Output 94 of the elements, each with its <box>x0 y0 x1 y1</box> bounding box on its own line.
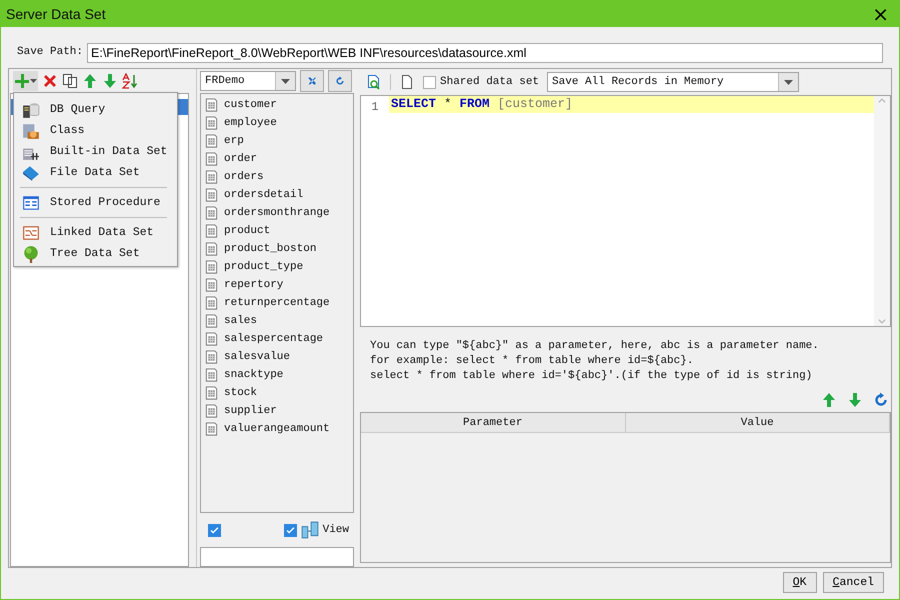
down-arrow-icon <box>847 392 863 408</box>
menu-item[interactable]: Class <box>18 120 177 141</box>
help-text: select * from table where id='${abc}'.(if the type of id is string) <box>370 369 814 384</box>
line-number: 1 <box>370 99 380 116</box>
table-icon <box>204 259 219 275</box>
table-icon <box>204 223 219 239</box>
caret-icon <box>784 80 794 84</box>
table-icon <box>204 331 219 347</box>
new-button[interactable] <box>399 74 415 90</box>
table-name[interactable]: erp <box>224 132 244 150</box>
plus-icon <box>14 73 30 89</box>
check-icon <box>284 524 296 536</box>
refresh-icon <box>873 392 889 408</box>
table-icon <box>204 295 219 311</box>
file-icon <box>22 164 40 182</box>
menu-item[interactable]: DB Query <box>18 99 177 120</box>
table-name[interactable]: salesvalue <box>224 348 290 366</box>
table-filter-field[interactable] <box>200 547 354 567</box>
database-icon <box>22 100 40 118</box>
copy-icon[interactable] <box>62 73 78 89</box>
menu-item[interactable]: Built-in Data Set <box>18 141 177 162</box>
table-name[interactable]: repertory <box>224 276 284 294</box>
check-icon <box>209 524 220 536</box>
table-icon <box>204 205 219 221</box>
table-name[interactable]: stock <box>224 384 258 402</box>
save-path-label: Save Path: <box>17 45 84 60</box>
table-icon <box>204 115 219 131</box>
table-icon <box>204 313 219 329</box>
table-name[interactable]: supplier <box>224 402 277 420</box>
menu-item[interactable]: Linked Data Set <box>18 222 177 243</box>
memory-mode-dropdown[interactable]: Save All Records in Memory <box>547 72 800 92</box>
close-button[interactable]: × <box>868 4 893 24</box>
caret-icon <box>30 79 37 83</box>
table-name[interactable]: employee <box>224 114 277 132</box>
table-name[interactable]: product_type <box>224 258 304 276</box>
column-header: Value <box>626 413 890 432</box>
table-name[interactable]: ordersdetail <box>224 186 304 204</box>
column-header: Parameter <box>361 413 626 432</box>
view-icon <box>300 521 319 539</box>
table-icon <box>204 151 219 167</box>
tree-icon <box>22 244 40 262</box>
table-name[interactable]: valuerangeamount <box>224 420 330 438</box>
preview-button[interactable] <box>366 74 382 90</box>
sql-editor[interactable]: 1 SELECT * FROM [customer] <box>360 95 891 327</box>
table-name[interactable]: order <box>224 150 258 168</box>
table-icon <box>204 421 219 437</box>
checkbox[interactable] <box>208 524 221 536</box>
table-name[interactable]: customer <box>224 96 277 114</box>
up-arrow-icon <box>821 392 837 408</box>
help-text: You can type "${abc}" as a parameter, here, abc is a parameter name. <box>370 339 820 354</box>
shared-label: Shared data set <box>440 74 540 90</box>
table-icon <box>204 97 219 113</box>
connection-settings-button[interactable] <box>300 70 324 92</box>
caret-icon <box>281 78 290 84</box>
view-label: View <box>322 522 349 538</box>
table-name[interactable]: sales <box>224 312 258 330</box>
add-button[interactable] <box>13 71 38 91</box>
help-text: for example: select * from table where id=${abc}. <box>370 354 694 369</box>
table-icon <box>204 169 219 185</box>
table-name[interactable]: product_boston <box>224 240 316 258</box>
menu-item[interactable]: Tree Data Set <box>18 243 177 264</box>
class-icon <box>22 122 40 140</box>
sort-icon[interactable] <box>122 73 138 89</box>
table-icon <box>204 187 219 203</box>
table-name[interactable]: product <box>224 222 270 240</box>
preview-icon <box>366 74 382 90</box>
table-icon <box>204 349 219 365</box>
table-icon <box>204 241 219 257</box>
menu-item[interactable]: File Data Set <box>18 162 177 183</box>
document-icon <box>399 74 415 90</box>
table-icon <box>204 403 219 419</box>
dialog-button[interactable]: Cancel <box>822 572 884 593</box>
shared-checkbox[interactable] <box>423 76 436 88</box>
table-name[interactable]: salespercentage <box>224 330 324 348</box>
table-icon <box>204 277 219 293</box>
table-name[interactable]: snacktype <box>224 366 284 384</box>
table-icon <box>204 385 219 401</box>
refresh-button[interactable] <box>328 70 352 92</box>
link-icon <box>22 224 40 242</box>
window-title: Server Data Set <box>6 4 106 24</box>
table-name[interactable]: orders <box>224 168 264 186</box>
table-name[interactable]: ordersmonthrange <box>224 204 330 222</box>
table-icon <box>204 367 219 383</box>
connection-dropdown[interactable]: FRDemo <box>200 71 296 91</box>
move-down-icon[interactable] <box>102 73 118 89</box>
procedure-icon <box>22 194 40 212</box>
menu-item[interactable]: Stored Procedure <box>18 192 177 213</box>
view-checkbox[interactable] <box>284 524 297 536</box>
dialog-button[interactable]: OK <box>782 572 817 593</box>
scrollbar[interactable] <box>874 96 890 326</box>
delete-icon[interactable] <box>42 73 58 89</box>
table-name[interactable]: returnpercentage <box>224 294 330 312</box>
table-icon <box>204 133 219 149</box>
save-path-field[interactable]: E:\FineReport\FineReport_8.0\WebReport\WEB INF\resources\datasource.xml <box>87 42 883 62</box>
